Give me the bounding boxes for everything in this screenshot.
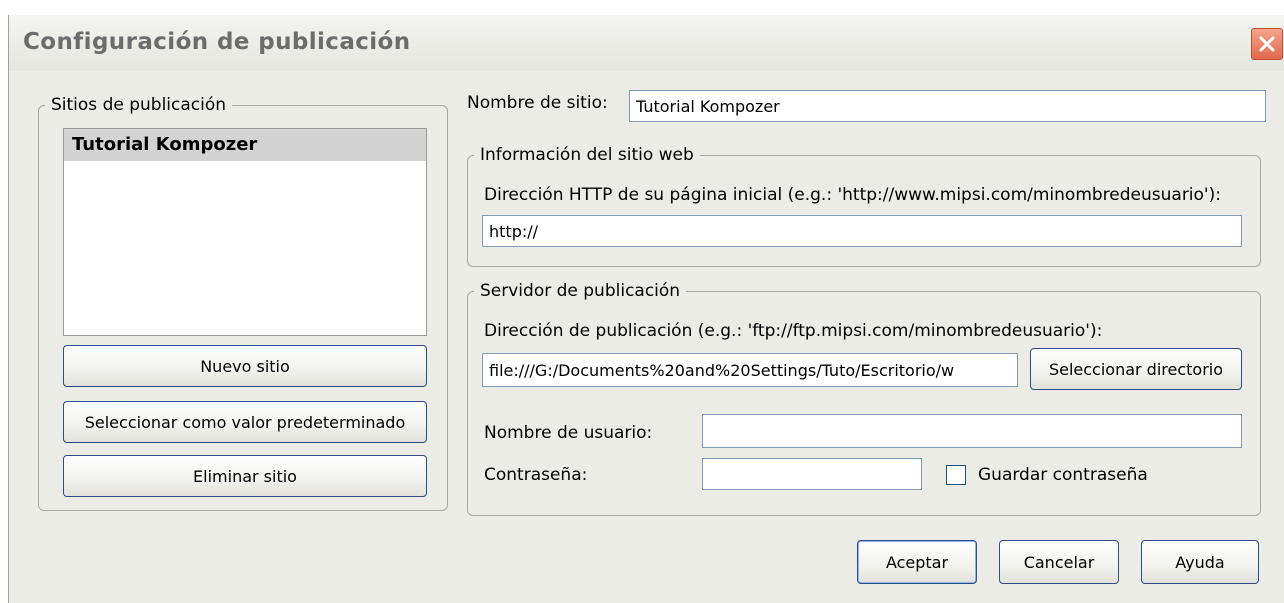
title-bar[interactable]: Configuración de publicación: [9, 15, 1284, 71]
save-password-checkbox[interactable]: [946, 465, 966, 485]
http-address-label: Dirección HTTP de su página inicial (e.g…: [484, 185, 1221, 205]
sites-legend: Sitios de publicación: [51, 95, 227, 115]
http-address-input[interactable]: [482, 215, 1242, 247]
new-site-button[interactable]: Nuevo sitio: [63, 345, 427, 387]
delete-site-button[interactable]: Eliminar sitio: [63, 455, 427, 497]
cancel-button[interactable]: Cancelar: [999, 540, 1119, 584]
window-title: Configuración de publicación: [23, 29, 411, 55]
site-name-label: Nombre de sitio:: [467, 93, 608, 113]
sites-list[interactable]: Tutorial Kompozer: [63, 128, 427, 336]
website-info-legend: Información del sitio web: [480, 145, 694, 165]
select-directory-button[interactable]: Seleccionar directorio: [1030, 348, 1242, 390]
save-password-label[interactable]: Guardar contraseña: [978, 465, 1148, 485]
site-name-input[interactable]: [629, 90, 1266, 122]
list-item[interactable]: Tutorial Kompozer: [64, 129, 426, 161]
publish-address-input[interactable]: [482, 353, 1018, 387]
publish-address-label: Dirección de publicación (e.g.: 'ftp://f…: [484, 321, 1103, 341]
publish-server-legend: Servidor de publicación: [480, 281, 681, 301]
close-icon: [1259, 36, 1275, 52]
accept-button[interactable]: Aceptar: [857, 540, 977, 584]
username-label: Nombre de usuario:: [484, 423, 653, 443]
website-info-group: Información del sitio web: [467, 145, 1261, 267]
set-default-button[interactable]: Seleccionar como valor predeterminado: [63, 401, 427, 443]
password-label: Contraseña:: [484, 465, 588, 485]
password-input[interactable]: [702, 458, 922, 490]
username-input[interactable]: [702, 414, 1242, 448]
close-button[interactable]: [1251, 28, 1283, 60]
publish-settings-dialog: Configuración de publicación Sitios de p…: [8, 15, 1284, 603]
help-button[interactable]: Ayuda: [1141, 540, 1259, 584]
